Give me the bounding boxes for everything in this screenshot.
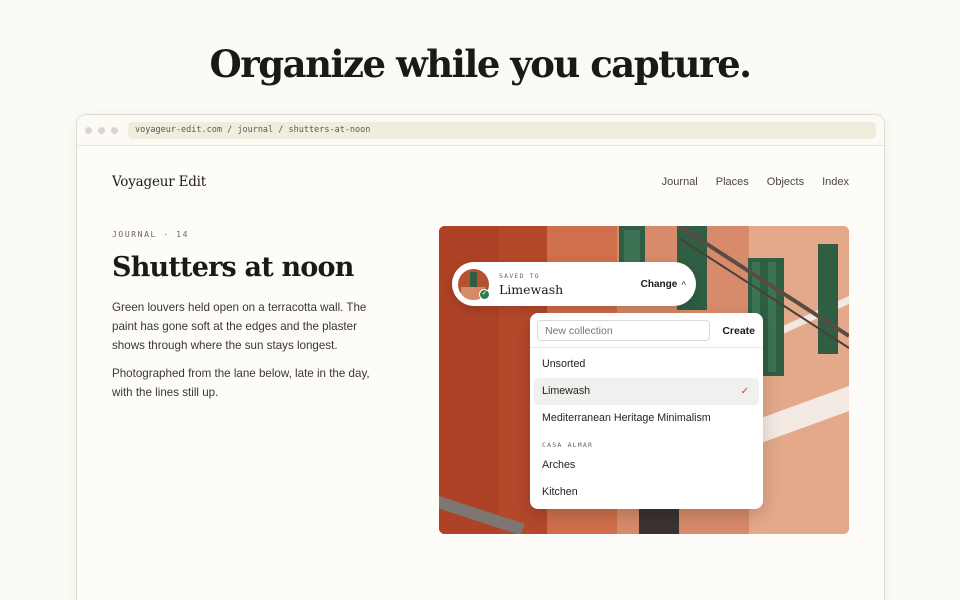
check-icon: ✓ (479, 289, 490, 300)
new-collection-input[interactable] (537, 320, 710, 341)
collection-item-kitchen[interactable]: Kitchen (534, 479, 759, 506)
article-body: Green louvers held open on a terracotta … (112, 298, 390, 411)
site-nav: Journal Places Objects Index (662, 176, 849, 188)
create-button[interactable]: Create (722, 325, 755, 337)
new-collection-row: Create (530, 313, 763, 348)
collection-item-unsorted[interactable]: Unsorted (534, 351, 759, 378)
collection-item-mediterranean[interactable]: Mediterranean Heritage Minimalism (534, 405, 759, 432)
collection-list: Unsorted Limewash ✓ Mediterranean Herita… (530, 348, 763, 509)
saved-to-label: SAVED TO (499, 271, 540, 280)
nav-index[interactable]: Index (822, 176, 849, 188)
article-paragraph: Photographed from the lane below, late i… (112, 367, 370, 399)
window-dot-maximize[interactable] (111, 126, 118, 134)
nav-places[interactable]: Places (716, 176, 749, 188)
window-controls (85, 126, 118, 134)
collection-item-label: Limewash (542, 385, 591, 397)
article-paragraph: Green louvers held open on a terracotta … (112, 301, 367, 352)
article-kicker: JOURNAL · 14 (112, 230, 189, 239)
collection-item-arches[interactable]: Arches (534, 452, 759, 479)
window-dot-close[interactable] (85, 126, 92, 134)
window-dot-minimize[interactable] (98, 126, 105, 134)
chevron-up-icon: ^ (681, 279, 686, 289)
collection-item-limewash[interactable]: Limewash ✓ (534, 378, 759, 405)
change-button[interactable]: Change ^ (641, 279, 686, 290)
page-headline: Organize while you capture. (209, 42, 753, 86)
saved-to-pill: ✓ SAVED TO Limewash Change ^ (452, 262, 696, 306)
browser-window: voyageur-edit.com / journal / shutters-a… (76, 114, 885, 600)
nav-journal[interactable]: Journal (662, 176, 698, 188)
browser-toolbar: voyageur-edit.com / journal / shutters-a… (77, 115, 884, 146)
collection-group-label: CASA ALMAR (542, 441, 594, 449)
change-label: Change (640, 278, 678, 290)
check-icon: ✓ (740, 386, 749, 397)
collection-dropdown: Create Unsorted Limewash ✓ Mediterranean… (530, 313, 763, 509)
article-title: Shutters at noon (112, 252, 354, 283)
address-bar[interactable]: voyageur-edit.com / journal / shutters-a… (128, 121, 876, 139)
site-brand[interactable]: Voyageur Edit (112, 174, 206, 190)
saved-collection-name: Limewash (499, 281, 564, 297)
nav-objects[interactable]: Objects (767, 176, 804, 188)
